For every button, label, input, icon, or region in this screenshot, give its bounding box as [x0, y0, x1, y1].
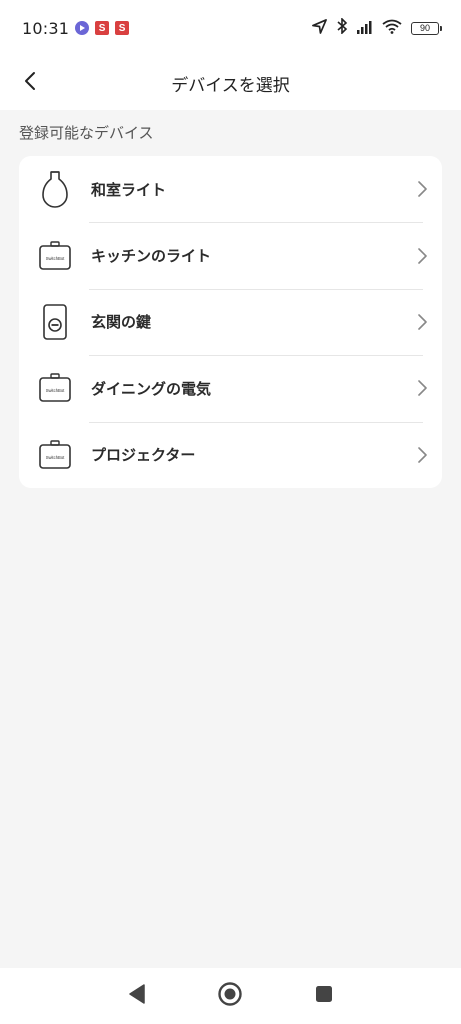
location-icon [312, 18, 327, 38]
back-button[interactable] [12, 64, 48, 102]
bluetooth-icon [336, 17, 348, 38]
chevron-right-icon [402, 247, 442, 264]
nav-back-button[interactable] [119, 978, 155, 1014]
switchbot-hub-icon: SwitchBot [19, 240, 91, 271]
device-label: 玄関の鍵 [91, 313, 152, 332]
device-label: プロジェクター [91, 446, 196, 465]
device-row-entrance-lock[interactable]: 玄関の鍵 [19, 288, 442, 355]
device-label: 和室ライト [91, 180, 167, 199]
device-row-dining-light[interactable]: SwitchBot ダイニングの電気 [19, 355, 442, 421]
recents-square-icon [315, 985, 333, 1007]
chevron-right-icon [402, 380, 442, 397]
switchbot-hub-icon: SwitchBot [19, 373, 91, 403]
page-title: デバイスを選択 [171, 75, 290, 96]
wifi-icon [382, 19, 402, 38]
status-time: 10:31 [22, 18, 70, 38]
device-row-projector[interactable]: SwitchBot プロジェクター [19, 421, 442, 488]
svg-text:SwitchBot: SwitchBot [46, 455, 65, 460]
play-notif-icon [75, 21, 90, 35]
device-list: 和室ライト SwitchBot キッチンのライト 玄関の鍵 SwitchBot … [19, 156, 442, 488]
nav-home-button[interactable] [212, 978, 248, 1014]
status-left: 10:31 S S [22, 18, 130, 38]
s-notif-icon: S [115, 21, 130, 35]
chevron-left-icon [24, 71, 36, 95]
chevron-right-icon [402, 446, 442, 463]
status-right: 90 [312, 17, 442, 38]
chevron-right-icon [402, 181, 442, 197]
smart-lock-icon [19, 303, 91, 341]
svg-text:SwitchBot: SwitchBot [46, 388, 65, 393]
device-label: ダイニングの電気 [91, 379, 212, 398]
section-label: 登録可能なデバイス [19, 124, 154, 142]
device-row-washitsu-light[interactable]: 和室ライト [19, 156, 442, 222]
svg-text:SwitchBot: SwitchBot [46, 256, 65, 261]
nav-recents-button[interactable] [306, 978, 342, 1014]
status-bar: 10:31 S S 90 [0, 0, 461, 56]
light-bulb-icon [19, 169, 91, 209]
system-nav-bar [0, 968, 461, 1024]
chevron-right-icon [402, 314, 442, 330]
device-label: キッチンのライト [91, 247, 212, 266]
battery-icon: 90 [411, 21, 442, 35]
switchbot-hub-icon: SwitchBot [19, 440, 91, 470]
signal-icon [357, 19, 373, 38]
header: デバイスを選択 [0, 56, 461, 110]
s-notif-icon: S [95, 21, 110, 35]
home-circle-icon [217, 981, 243, 1011]
back-triangle-icon [128, 984, 146, 1008]
device-row-kitchen-light[interactable]: SwitchBot キッチンのライト [19, 222, 442, 288]
